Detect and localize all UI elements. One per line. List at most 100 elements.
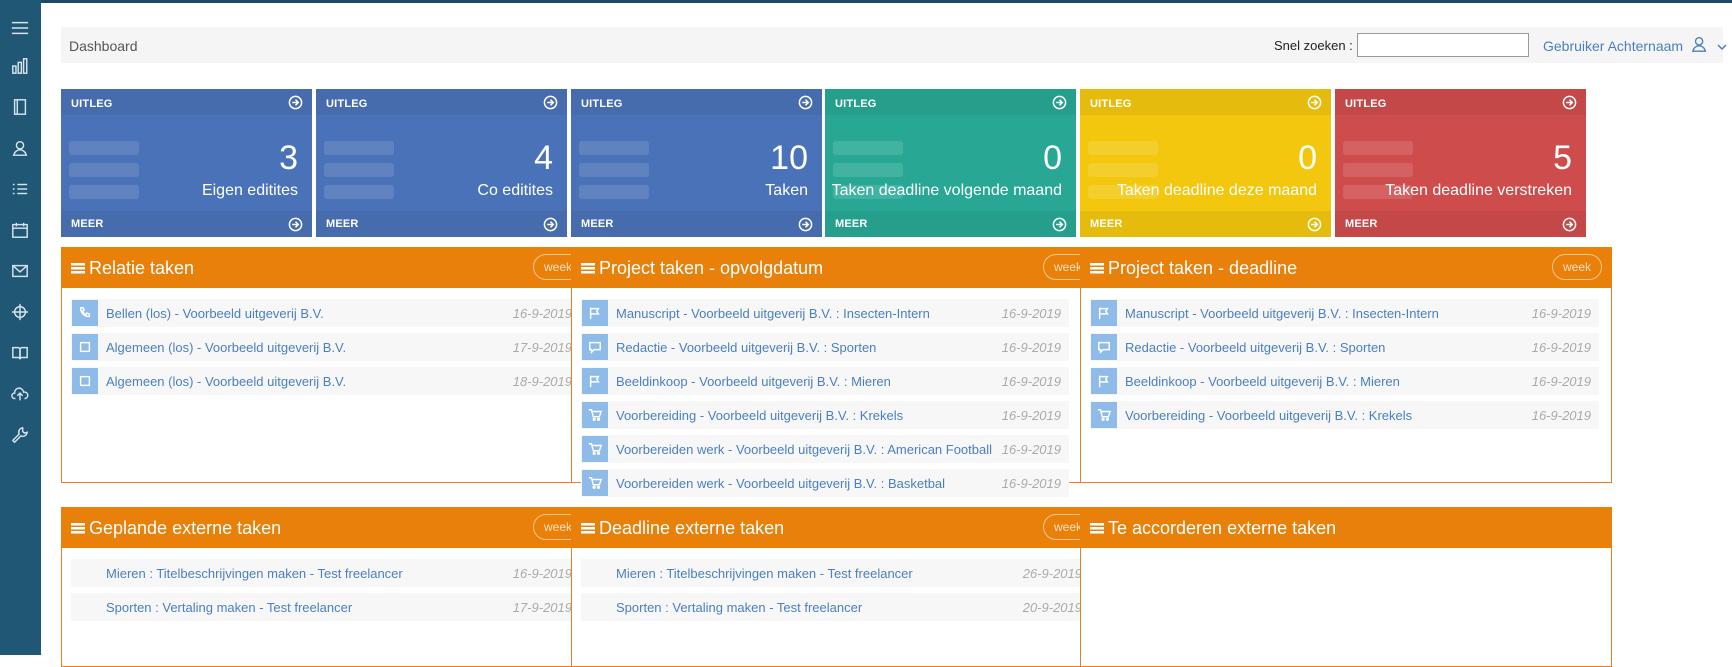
book-icon[interactable] [8, 95, 32, 119]
task-title[interactable]: Voorbereiden werk - Voorbeeld uitgeverij… [616, 442, 992, 457]
arrow-right-icon[interactable] [1562, 95, 1577, 110]
contacts-icon[interactable] [8, 136, 32, 160]
arrow-right-icon[interactable] [288, 95, 303, 110]
chevron-down-icon[interactable] [1717, 40, 1727, 51]
panel-title: Deadline externe taken [599, 518, 785, 538]
task-date: 16-9-2019 [1531, 374, 1591, 389]
task-row[interactable]: Algemeen (los) - Voorbeeld uitgeverij B.… [71, 367, 580, 395]
stat-meer-label[interactable]: MEER [581, 218, 614, 230]
tasks-icon [1090, 262, 1104, 274]
task-row[interactable]: Mieren : Titelbeschrijvingen maken - Tes… [71, 559, 580, 587]
list-icon[interactable] [8, 177, 32, 201]
task-row[interactable]: Voorbereiden werk - Voorbeeld uitgeverij… [581, 435, 1069, 463]
task-date: 16-9-2019 [512, 306, 572, 321]
task-title[interactable]: Manuscript - Voorbeeld uitgeverij B.V. :… [616, 306, 930, 321]
task-list: Mieren : Titelbeschrijvingen maken - Tes… [581, 559, 1090, 627]
task-row[interactable]: Sporten : Vertaling maken - Test freelan… [581, 593, 1090, 621]
arrow-right-icon[interactable] [1052, 95, 1067, 110]
task-date: 17-9-2019 [512, 340, 572, 355]
panel-title: Relatie taken [89, 258, 195, 278]
stat-number: 0 [1298, 139, 1317, 177]
stat-tile-6[interactable]: UITLEG 5 Taken deadline verstreken MEER [1335, 89, 1586, 237]
task-row[interactable]: Beeldinkoop - Voorbeeld uitgeverij B.V. … [581, 367, 1069, 395]
arrow-right-icon[interactable] [543, 95, 558, 110]
stat-uitleg-label[interactable]: UITLEG [835, 98, 877, 110]
arrow-right-icon[interactable] [798, 217, 813, 232]
task-title[interactable]: Redactie - Voorbeeld uitgeverij B.V. : S… [616, 340, 876, 355]
arrow-right-icon[interactable] [798, 95, 813, 110]
stat-meer-label[interactable]: MEER [326, 218, 359, 230]
task-title[interactable]: Mieren : Titelbeschrijvingen maken - Tes… [616, 566, 913, 581]
task-row[interactable]: Redactie - Voorbeeld uitgeverij B.V. : S… [581, 333, 1069, 361]
calendar-icon[interactable] [8, 218, 32, 242]
task-title[interactable]: Manuscript - Voorbeeld uitgeverij B.V. :… [1125, 306, 1439, 321]
task-title[interactable]: Mieren : Titelbeschrijvingen maken - Tes… [106, 566, 403, 581]
search-input[interactable] [1357, 33, 1529, 57]
task-title[interactable]: Bellen (los) - Voorbeeld uitgeverij B.V. [106, 306, 324, 321]
crosshair-icon[interactable] [8, 300, 32, 324]
stat-caption: Taken deadline verstreken [1385, 182, 1572, 199]
user-icon[interactable] [1691, 35, 1709, 53]
task-row[interactable]: Bellen (los) - Voorbeeld uitgeverij B.V.… [71, 299, 580, 327]
arrow-right-icon[interactable] [543, 217, 558, 232]
stat-caption: Eigen editites [201, 182, 298, 199]
panel-header: Project taken - opvolgdatum week [571, 247, 1103, 288]
stat-uitleg-label[interactable]: UITLEG [581, 98, 623, 110]
task-row[interactable]: Voorbereiden werk - Voorbeeld uitgeverij… [581, 469, 1069, 497]
panel-geplande-externe-taken: Geplande externe taken week Mieren : Titel… [61, 507, 593, 667]
stat-uitleg-label[interactable]: UITLEG [326, 98, 368, 110]
arrow-right-icon[interactable] [1307, 95, 1322, 110]
task-title[interactable]: Algemeen (los) - Voorbeeld uitgeverij B.… [106, 374, 346, 389]
arrow-right-icon[interactable] [1052, 217, 1067, 232]
stat-uitleg-label[interactable]: UITLEG [71, 98, 113, 110]
stat-meer-label[interactable]: MEER [1345, 218, 1378, 230]
task-title[interactable]: Sporten : Vertaling maken - Test freelan… [106, 600, 352, 615]
task-row[interactable]: Algemeen (los) - Voorbeeld uitgeverij B.… [71, 333, 580, 361]
menu-icon[interactable] [8, 16, 32, 40]
stat-meer-label[interactable]: MEER [1090, 218, 1123, 230]
flag-icon [582, 300, 608, 326]
stat-meer-label[interactable]: MEER [71, 218, 104, 230]
wrench-icon[interactable] [8, 423, 32, 447]
task-title[interactable]: Sporten : Vertaling maken - Test freelan… [616, 600, 862, 615]
bar-chart-icon[interactable] [8, 54, 32, 78]
task-title[interactable]: Voorbereiding - Voorbeeld uitgeverij B.V… [1125, 408, 1412, 423]
panel-te-accorderen-externe-taken: Te accorderen externe taken [1080, 507, 1612, 667]
stat-uitleg-label[interactable]: UITLEG [1345, 98, 1387, 110]
stat-uitleg-label[interactable]: UITLEG [1090, 98, 1132, 110]
open-book-icon[interactable] [8, 341, 32, 365]
task-title[interactable]: Algemeen (los) - Voorbeeld uitgeverij B.… [106, 340, 346, 355]
tasks-icon [581, 262, 595, 274]
task-row[interactable]: Mieren : Titelbeschrijvingen maken - Tes… [581, 559, 1090, 587]
task-title[interactable]: Voorbereiding - Voorbeeld uitgeverij B.V… [616, 408, 903, 423]
stat-tile-3[interactable]: UITLEG 10 Taken MEER [571, 89, 822, 237]
flag-icon [1091, 368, 1117, 394]
stat-tile-4[interactable]: UITLEG 0 Taken deadline volgende maand M… [825, 89, 1076, 237]
arrow-right-icon[interactable] [1562, 217, 1577, 232]
task-row[interactable]: Voorbereiding - Voorbeeld uitgeverij B.V… [581, 401, 1069, 429]
task-title[interactable]: Redactie - Voorbeeld uitgeverij B.V. : S… [1125, 340, 1385, 355]
mail-icon[interactable] [8, 259, 32, 283]
task-title[interactable]: Beeldinkoop - Voorbeeld uitgeverij B.V. … [1125, 374, 1400, 389]
stat-meer-label[interactable]: MEER [835, 218, 868, 230]
task-title[interactable]: Beeldinkoop - Voorbeeld uitgeverij B.V. … [616, 374, 891, 389]
task-row[interactable]: Manuscript - Voorbeeld uitgeverij B.V. :… [581, 299, 1069, 327]
task-row[interactable]: Redactie - Voorbeeld uitgeverij B.V. : S… [1090, 333, 1599, 361]
sidebar [0, 0, 41, 655]
stat-number: 0 [1043, 139, 1062, 177]
arrow-right-icon[interactable] [1307, 217, 1322, 232]
task-row[interactable]: Voorbereiding - Voorbeeld uitgeverij B.V… [1090, 401, 1599, 429]
user-menu-name[interactable]: Gebruiker Achternaam [1543, 38, 1683, 54]
top-bar: Dashboard Snel zoeken : Gebruiker Achter… [61, 27, 1727, 63]
arrow-right-icon[interactable] [288, 217, 303, 232]
stat-tile-5[interactable]: UITLEG 0 Taken deadline deze maand MEER [1080, 89, 1331, 237]
task-date: 16-9-2019 [1001, 306, 1061, 321]
cloud-upload-icon[interactable] [8, 382, 32, 406]
task-row[interactable]: Beeldinkoop - Voorbeeld uitgeverij B.V. … [1090, 367, 1599, 395]
stat-tile-2[interactable]: UITLEG 4 Co editites MEER [316, 89, 567, 237]
week-filter-button[interactable]: week [1552, 254, 1602, 280]
task-row[interactable]: Sporten : Vertaling maken - Test freelan… [71, 593, 580, 621]
task-title[interactable]: Voorbereiden werk - Voorbeeld uitgeverij… [616, 476, 945, 491]
task-row[interactable]: Manuscript - Voorbeeld uitgeverij B.V. :… [1090, 299, 1599, 327]
stat-tile-1[interactable]: UITLEG 3 Eigen editites MEER [61, 89, 312, 237]
